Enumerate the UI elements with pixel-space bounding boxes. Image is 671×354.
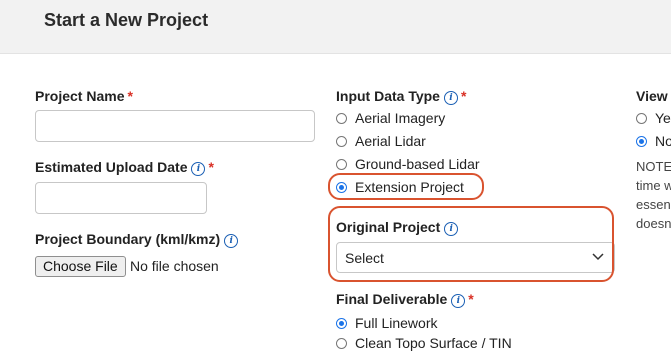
input-type-label: Input Data Type i *	[336, 88, 466, 105]
radio-button-selected[interactable]	[636, 136, 647, 147]
radio-button[interactable]	[636, 113, 647, 124]
radio-button[interactable]	[336, 338, 347, 349]
required-mark: *	[460, 88, 467, 104]
radio-label: Ground-based Lidar	[355, 156, 480, 172]
radio-clean-topo[interactable]: Clean Topo Surface / TIN	[336, 335, 512, 352]
radio-label: Aerial Imagery	[355, 110, 446, 126]
project-name-label: Project Name *	[35, 88, 133, 104]
project-name-input[interactable]	[35, 110, 315, 142]
upload-date-label: Estimated Upload Date i *	[35, 159, 214, 176]
radio-button-selected[interactable]	[336, 318, 347, 329]
final-deliverable-label: Final Deliverable i *	[336, 291, 474, 308]
radio-right-no[interactable]: No	[636, 133, 671, 150]
boundary-label-text: Project Boundary (kml/kmz)	[35, 231, 221, 247]
input-type-label-text: Input Data Type	[336, 88, 440, 104]
radio-button[interactable]	[336, 136, 347, 147]
upload-date-label-text: Estimated Upload Date	[35, 159, 188, 175]
note-line: essen	[636, 197, 671, 212]
highlight-original-project	[328, 206, 614, 282]
final-deliverable-label-text: Final Deliverable	[336, 291, 448, 307]
info-icon[interactable]: i	[224, 234, 239, 248]
right-column-heading: View	[636, 88, 668, 104]
required-mark: *	[468, 291, 474, 307]
radio-aerial-imagery[interactable]: Aerial Imagery	[336, 110, 445, 127]
info-icon[interactable]: i	[443, 91, 458, 105]
radio-label: Yes	[655, 110, 671, 126]
project-name-label-text: Project Name	[35, 88, 125, 104]
radio-label: Full Linework	[355, 315, 438, 331]
boundary-label: Project Boundary (kml/kmz) i	[35, 231, 239, 248]
note-line: NOTE	[636, 159, 671, 174]
required-mark: *	[127, 88, 133, 104]
info-icon[interactable]: i	[191, 162, 206, 176]
radio-label: Aerial Lidar	[355, 133, 426, 149]
highlight-extension-project	[328, 173, 484, 200]
radio-aerial-lidar[interactable]: Aerial Lidar	[336, 133, 426, 150]
required-mark: *	[208, 159, 214, 175]
note-line: time w	[636, 178, 671, 193]
note-line: doesn	[636, 216, 671, 231]
radio-ground-lidar[interactable]: Ground-based Lidar	[336, 156, 480, 173]
page-title: Start a New Project	[44, 10, 209, 30]
radio-button[interactable]	[336, 159, 347, 170]
radio-full-linework[interactable]: Full Linework	[336, 315, 437, 332]
no-file-text: No file chosen	[130, 258, 219, 274]
choose-file-button[interactable]: Choose File	[35, 256, 126, 277]
radio-button[interactable]	[336, 113, 347, 124]
radio-label: Clean Topo Surface / TIN	[355, 335, 512, 351]
upload-date-input[interactable]	[35, 182, 207, 214]
info-icon[interactable]: i	[451, 294, 466, 308]
page-header: Start a New Project	[0, 0, 671, 54]
radio-label: No	[655, 133, 671, 149]
radio-right-yes[interactable]: Yes	[636, 110, 671, 127]
